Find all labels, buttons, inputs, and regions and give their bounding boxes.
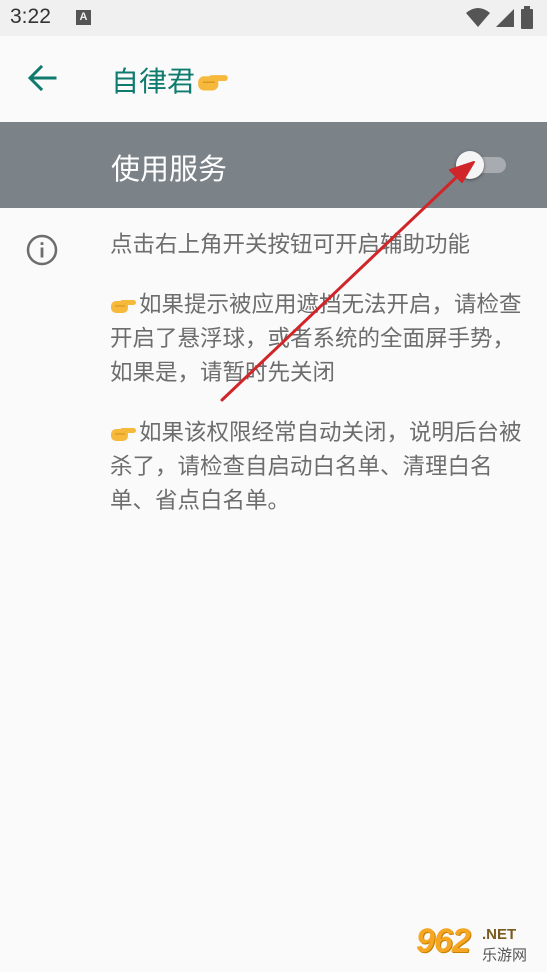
watermark-number: 962 [416,922,471,960]
use-service-label: 使用服务 [111,152,228,186]
page-title: 自律君 [111,60,231,100]
screen: 3:22 A 自律君 使用服务 点击右上角开关按钮可开启辅助功能 如果提示被应用… [0,0,547,972]
info-text-2: 如果提示被应用遮挡无法开启，请检查开启了悬浮球，或者系统的全面屏手势，如果是，请… [110,292,522,386]
watermark-chinese: 乐游网 [482,946,528,964]
status-bar: 3:22 A [0,0,547,36]
pointing-hand-icon [198,75,228,91]
pointing-hand-icon [111,428,136,441]
info-paragraph-1: 点击右上角开关按钮可开启辅助功能 [110,228,530,262]
status-time: 3:22 [10,5,51,28]
wifi-icon [466,8,490,27]
service-toggle-switch[interactable] [456,151,508,179]
signal-icon [496,9,514,27]
info-content: 点击右上角开关按钮可开启辅助功能 如果提示被应用遮挡无法开启，请检查开启了悬浮球… [110,228,530,544]
back-arrow-icon[interactable] [27,64,57,92]
info-paragraph-3: 如果该权限经常自动关闭，说明后台被杀了，请检查自启动白名单、清理白名单、省点白名… [110,416,530,518]
use-service-bar[interactable]: 使用服务 [0,122,547,208]
battery-icon [521,6,533,29]
info-paragraph-2: 如果提示被应用遮挡无法开启，请检查开启了悬浮球，或者系统的全面屏手势，如果是，请… [110,288,530,390]
page-title-text: 自律君 [111,65,196,98]
info-icon [26,234,58,266]
notification-a-icon: A [76,10,91,25]
info-text-1: 点击右上角开关按钮可开启辅助功能 [110,232,471,258]
watermark-logo: 962 .NET 乐游网 [416,922,542,968]
watermark-suffix: .NET [482,926,517,943]
info-text-3: 如果该权限经常自动关闭，说明后台被杀了，请检查自启动白名单、清理白名单、省点白名… [110,420,522,514]
toggle-thumb [456,151,484,179]
app-bar: 自律君 [0,36,547,122]
pointing-hand-icon [111,300,136,313]
